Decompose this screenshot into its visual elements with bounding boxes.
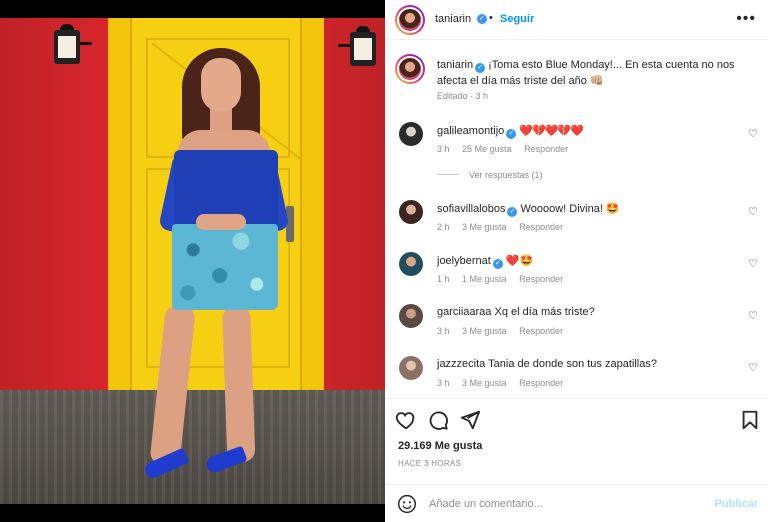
comment-time: 1 h	[437, 274, 450, 284]
comment-text: Woooow! Divina! 🤩	[520, 203, 620, 215]
caption-avatar[interactable]	[395, 54, 425, 84]
commenter-avatar[interactable]	[399, 252, 423, 276]
commenter-username[interactable]: jazzzecita	[437, 358, 485, 370]
commenter-avatar[interactable]	[399, 356, 423, 380]
comment-item: sofiavillalobos ✓ Woooow! Divina! 🤩 2 h 3…	[385, 198, 768, 244]
share-icon[interactable]	[459, 409, 481, 431]
commenter-username[interactable]: sofiavillalobos	[437, 203, 505, 215]
comment-meta: 3 h 3 Me gusta Responder	[437, 378, 573, 388]
comment-time: 3 h	[437, 378, 450, 388]
reply-button[interactable]: Responder	[524, 144, 568, 154]
more-options-icon[interactable]: •••	[736, 10, 756, 28]
emoji-icon[interactable]	[397, 494, 417, 514]
comment-text: ❤️🤩	[505, 255, 534, 267]
caption-text: taniarin ✓ ¡Toma esto Blue Monday!... En …	[437, 57, 755, 89]
comment-likes[interactable]: 3 Me gusta	[462, 378, 507, 388]
verified-badge-icon: ✓	[477, 14, 487, 24]
comment-like-heart-icon[interactable]: ♡	[748, 205, 760, 218]
comment-time: 3 h	[437, 326, 450, 336]
add-comment-bar: Publicar	[385, 484, 768, 522]
comment-item: jazzzecita Tania de donde son tus zapati…	[385, 354, 768, 400]
caption-meta: Editado · 3 h	[437, 91, 489, 101]
comment-like-heart-icon[interactable]: ♡	[748, 127, 760, 140]
comment-likes[interactable]: 25 Me gusta	[462, 144, 512, 154]
commenter-avatar[interactable]	[399, 304, 423, 328]
view-replies-label: Ver respuestas (1)	[469, 170, 543, 180]
verified-badge-icon: ✓	[475, 63, 486, 73]
author-avatar[interactable]	[395, 5, 425, 35]
commenter-avatar[interactable]	[399, 122, 423, 146]
caption-username[interactable]: taniarin	[437, 59, 473, 71]
separator-dot: •	[489, 12, 493, 24]
comment-icon[interactable]	[427, 409, 449, 431]
post-header: taniarin ✓ • Seguir •••	[385, 0, 768, 40]
comment-likes[interactable]: 3 Me gusta	[462, 326, 507, 336]
verified-badge-icon: ✓	[506, 129, 517, 139]
woman-figure	[0, 18, 385, 504]
comment-like-heart-icon[interactable]: ♡	[748, 361, 760, 374]
comment-like-heart-icon[interactable]: ♡	[748, 309, 760, 322]
commenter-username[interactable]: galileamontijo	[437, 125, 504, 137]
post-actions-bar	[385, 398, 768, 438]
comment-text: Xq el día más triste?	[494, 306, 595, 318]
comment-item: garciiaaraa Xq el día más triste? 3 h 3 …	[385, 302, 768, 348]
add-comment-input[interactable]	[429, 495, 689, 513]
comment-likes[interactable]: 3 Me gusta	[462, 222, 507, 232]
verified-badge-icon: ✓	[492, 259, 503, 269]
comment-meta: 3 h 3 Me gusta Responder	[437, 326, 573, 336]
reply-button[interactable]: Responder	[519, 222, 563, 232]
reply-button[interactable]: Responder	[519, 326, 563, 336]
publish-button[interactable]: Publicar	[715, 498, 758, 510]
replies-divider	[437, 174, 459, 175]
commenter-username[interactable]: joelybernat	[437, 255, 491, 267]
follow-button[interactable]: Seguir	[500, 13, 534, 25]
reply-button[interactable]: Responder	[519, 274, 563, 284]
comment-meta: 3 h 25 Me gusta Responder	[437, 144, 578, 154]
post-timestamp: HACE 3 HORAS	[398, 459, 462, 468]
comment-meta: 2 h 3 Me gusta Responder	[437, 222, 573, 232]
comment-likes[interactable]: 1 Me gusta	[462, 274, 507, 284]
comment-item: galileamontijo ✓ ❤️💔❤️💔❤️ 3 h 25 Me gusta…	[385, 120, 768, 166]
comment-time: 3 h	[437, 144, 450, 154]
reply-button[interactable]: Responder	[519, 378, 563, 388]
heart-icon[interactable]	[395, 409, 417, 431]
comment-time: 2 h	[437, 222, 450, 232]
view-replies-button[interactable]: Ver respuestas (1)	[437, 170, 543, 180]
post-photo[interactable]	[0, 0, 385, 522]
author-username[interactable]: taniarin	[435, 13, 471, 25]
commenter-username[interactable]: garciiaaraa	[437, 306, 491, 318]
bookmark-icon[interactable]	[739, 409, 761, 431]
comment-text: Tania de donde son tus zapatillas?	[488, 358, 657, 370]
likes-count[interactable]: 29.169 Me gusta	[398, 440, 482, 452]
comment-text: ❤️💔❤️💔❤️	[519, 125, 583, 137]
comment-meta: 1 h 1 Me gusta Responder	[437, 274, 573, 284]
comment-item: joelybernat ✓ ❤️🤩 1 h 1 Me gusta Responde…	[385, 250, 768, 296]
commenter-avatar[interactable]	[399, 200, 423, 224]
post-details-panel: taniarin ✓ • Seguir ••• taniarin ✓ ¡Toma …	[385, 0, 768, 522]
photo-scene	[0, 18, 385, 504]
verified-badge-icon: ✓	[507, 207, 518, 217]
comment-like-heart-icon[interactable]: ♡	[748, 257, 760, 270]
